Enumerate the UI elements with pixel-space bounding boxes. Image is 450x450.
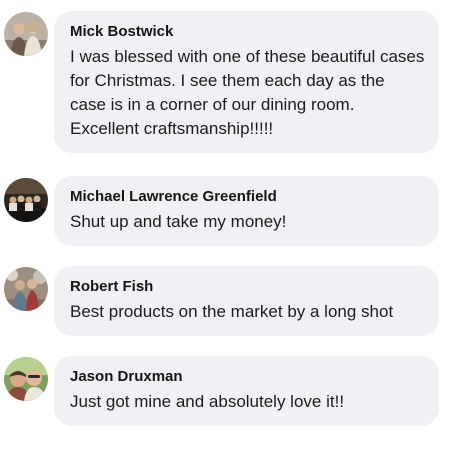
avatar[interactable]	[4, 357, 48, 401]
comment-bubble: Michael Lawrence Greenfield Shut up and …	[54, 176, 439, 246]
profile-photo-group-icon	[4, 178, 48, 222]
comment-text: Shut up and take my money!	[70, 212, 287, 231]
comment-bubble: Mick Bostwick I was blessed with one of …	[54, 11, 439, 153]
comment-bubble: Robert Fish Best products on the market …	[54, 266, 439, 336]
profile-photo-outdoor-couple-icon	[4, 267, 48, 311]
comment-bubble: Jason Druxman Just got mine and absolute…	[54, 356, 439, 426]
comment-text: I was blessed with one of these beautifu…	[70, 47, 425, 138]
profile-photo-selfie-icon	[4, 357, 48, 401]
profile-photo-couple-icon	[4, 12, 48, 56]
avatar[interactable]	[4, 267, 48, 311]
comment-text: Just got mine and absolutely love it!!	[70, 392, 345, 411]
comment-author[interactable]: Robert Fish	[70, 277, 425, 297]
comment-text: Best products on the market by a long sh…	[70, 302, 394, 321]
comment-author[interactable]: Jason Druxman	[70, 367, 425, 387]
comment-author[interactable]: Mick Bostwick	[70, 22, 425, 42]
avatar[interactable]	[4, 12, 48, 56]
avatar[interactable]	[4, 178, 48, 222]
comment-author[interactable]: Michael Lawrence Greenfield	[70, 187, 425, 207]
